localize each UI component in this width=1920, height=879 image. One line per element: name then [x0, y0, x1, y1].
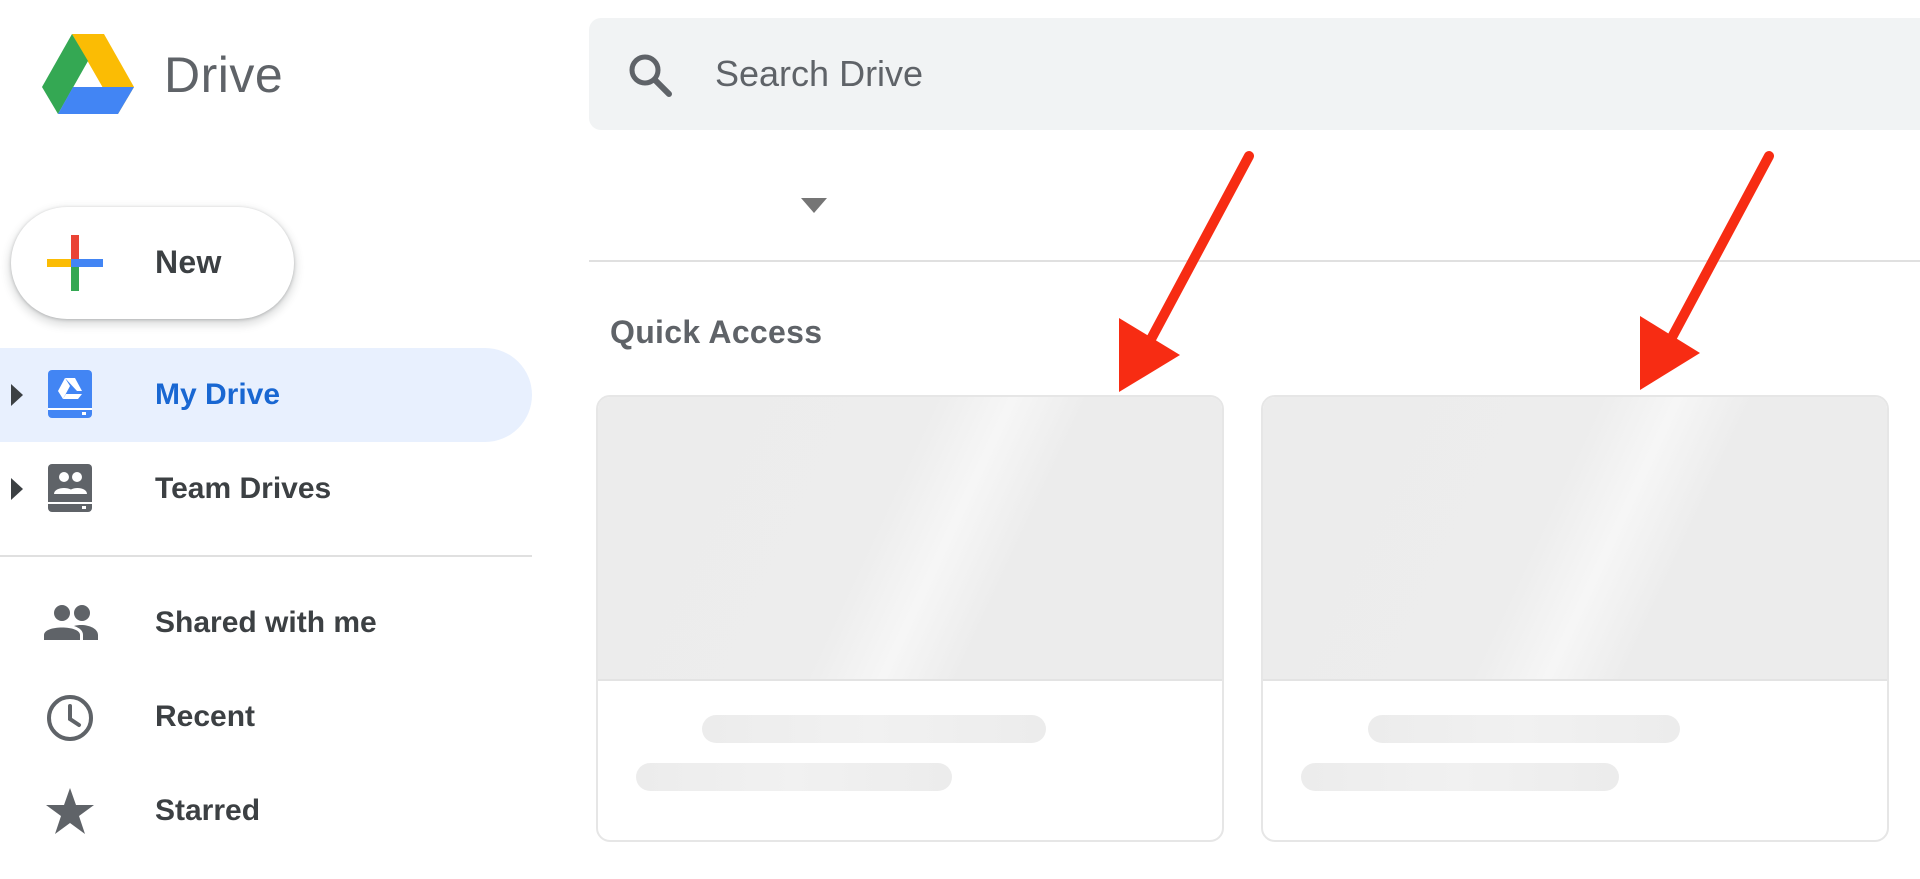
- app-name: Drive: [164, 47, 284, 103]
- sidebar-item-label: My Drive: [155, 378, 281, 411]
- sidebar-item-label: Recent: [155, 700, 256, 733]
- chevron-down-icon[interactable]: [801, 198, 827, 213]
- annotation-arrow-right: [1640, 151, 1774, 390]
- sidebar-item-label: Starred: [155, 794, 261, 827]
- card-title-placeholder: [702, 715, 1046, 743]
- card-subtitle-placeholder: [636, 763, 952, 791]
- new-button[interactable]: New: [11, 207, 294, 319]
- drive-logo-icon[interactable]: [42, 34, 134, 114]
- search-icon[interactable]: [627, 52, 673, 98]
- new-button-label: New: [155, 244, 222, 280]
- my-drive-icon: [48, 370, 92, 418]
- sidebar-item-shared-with-me[interactable]: Shared with me: [0, 576, 532, 670]
- annotation-arrow-left: [1119, 151, 1254, 392]
- shared-with-me-icon: [44, 605, 98, 640]
- card-title-placeholder: [1368, 715, 1680, 743]
- search-bar[interactable]: [589, 18, 1920, 130]
- sidebar-item-my-drive[interactable]: My Drive: [0, 348, 532, 442]
- card-thumbnail-placeholder: [1263, 397, 1887, 681]
- clock-icon: [47, 695, 93, 741]
- star-icon: [46, 788, 94, 834]
- quick-access-title: Quick Access: [610, 314, 823, 350]
- toolbar-divider: [589, 260, 1920, 262]
- sidebar-item-recent[interactable]: Recent: [0, 670, 532, 764]
- search-input[interactable]: [713, 48, 1817, 100]
- sidebar-item-label: Shared with me: [155, 606, 377, 639]
- sidebar-item-starred[interactable]: Starred: [0, 764, 532, 858]
- team-drives-icon: [48, 464, 92, 512]
- plus-icon: [47, 235, 103, 291]
- quick-access-card[interactable]: [1261, 395, 1889, 842]
- sidebar-divider: [0, 555, 532, 557]
- card-thumbnail-placeholder: [598, 397, 1222, 681]
- card-subtitle-placeholder: [1301, 763, 1619, 791]
- sidebar-item-label: Team Drives: [155, 472, 332, 505]
- quick-access-card[interactable]: [596, 395, 1224, 842]
- expand-arrow-icon[interactable]: [11, 478, 23, 500]
- sidebar-item-team-drives[interactable]: Team Drives: [0, 442, 532, 536]
- expand-arrow-icon[interactable]: [11, 384, 23, 406]
- drive-page: Drive New My Drive Team Drives Shared wi…: [0, 0, 1920, 879]
